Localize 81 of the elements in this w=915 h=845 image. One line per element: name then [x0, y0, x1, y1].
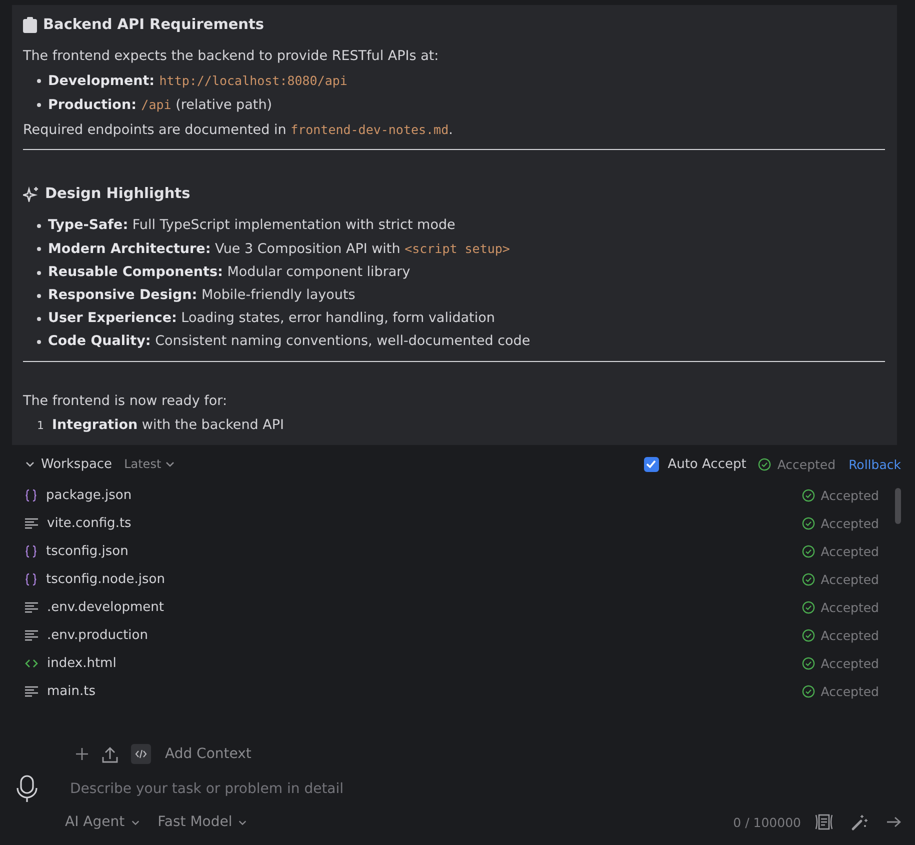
angle-brackets-icon [25, 658, 38, 668]
check-circle-icon [802, 600, 815, 614]
check-circle-icon [802, 488, 815, 502]
auto-accept-checkbox[interactable] [644, 456, 659, 472]
add-context-button[interactable]: Add Context [165, 746, 252, 762]
list-item: User Experience: Loading states, error handling, form validation [48, 309, 495, 328]
agent-dropdown[interactable]: AI Agent [65, 814, 140, 830]
clipboard-icon [23, 17, 37, 33]
check-circle-icon [802, 684, 815, 698]
bullet-icon [37, 294, 41, 298]
status-label: Accepted [820, 600, 879, 614]
paragraph: Required endpoints are documented in frontend-dev-notes.md. [23, 121, 454, 140]
version-dropdown[interactable]: Latest [124, 457, 176, 471]
code-icon[interactable] [131, 744, 151, 764]
check-circle-icon [758, 458, 772, 470]
status-label: Accepted [820, 544, 879, 558]
document-icon[interactable] [815, 814, 833, 830]
rollback-link[interactable]: Rollback [848, 456, 901, 472]
section-heading: Backend API Requirements [43, 17, 264, 33]
check-circle-icon [802, 572, 815, 586]
list-item: Production: /api (relative path) [48, 96, 272, 115]
chevron-icon [25, 459, 35, 469]
bullet-icon [37, 79, 41, 83]
bullet-icon [37, 247, 41, 251]
list-item: Code Quality: Consistent naming conventions, well-documented code [48, 332, 530, 351]
file-name[interactable]: main.ts [47, 684, 96, 698]
status-label: Accepted [820, 572, 879, 586]
check-circle-icon [802, 544, 815, 558]
status-label: Accepted [820, 656, 879, 670]
text-lines-icon [25, 686, 38, 696]
bullet-icon [37, 103, 41, 107]
bullet-icon [37, 224, 41, 228]
workspace-toggle[interactable]: Workspace [25, 456, 112, 472]
list-item: Reusable Components: Modular component library [48, 263, 410, 282]
status-label: Accepted [820, 628, 879, 642]
file-name[interactable]: tsconfig.json [46, 544, 128, 558]
chevron-icon [130, 818, 140, 826]
sparkles-icon [23, 186, 39, 202]
text-lines-icon [25, 630, 38, 640]
character-counter: 0 / 100000 [733, 814, 801, 830]
bullet-icon [37, 316, 41, 320]
file-name[interactable]: .env.development [47, 600, 164, 614]
plus-icon[interactable] [75, 747, 89, 761]
file-name[interactable]: package.json [46, 488, 132, 502]
magic-wand-icon[interactable] [851, 814, 868, 830]
scrollbar-thumb[interactable] [895, 488, 901, 524]
chevron-icon [165, 459, 176, 469]
microphone-icon[interactable] [16, 775, 38, 803]
list-item: Responsive Design: Mobile-friendly layouts [48, 286, 356, 305]
task-input[interactable]: Describe your task or problem in detail [70, 781, 901, 797]
braces-icon [25, 572, 37, 586]
send-arrow-icon[interactable] [886, 816, 901, 828]
check-circle-icon [802, 656, 815, 670]
list-item: Type-Safe: Full TypeScript implementation with strict mode [48, 216, 456, 235]
braces-icon [25, 488, 37, 502]
upload-icon[interactable] [102, 746, 118, 762]
chevron-icon [238, 818, 248, 826]
list-item: Integration with the backend API [52, 416, 284, 435]
text-lines-icon [25, 602, 38, 612]
file-name[interactable]: .env.production [47, 628, 148, 642]
status-label: Accepted [820, 684, 879, 698]
list-item: Modern Architecture: Vue 3 Composition API with <script setup> [48, 240, 510, 259]
paragraph: The frontend is now ready for: [23, 392, 228, 411]
paragraph: The frontend expects the backend to provide RESTful APIs at: [23, 47, 440, 66]
status-label: Accepted [820, 516, 879, 530]
status-label: Accepted [820, 488, 879, 502]
list-number: 1 [37, 418, 45, 434]
section-heading: Design Highlights [45, 186, 190, 202]
braces-icon [25, 544, 37, 558]
list-item: Development: http://localhost:8080/api [48, 72, 348, 91]
file-name[interactable]: vite.config.ts [47, 516, 132, 530]
auto-accept-label: Auto Accept [668, 456, 746, 472]
bullet-icon [37, 340, 41, 344]
check-circle-icon [802, 628, 815, 642]
file-name[interactable]: index.html [47, 656, 116, 670]
model-dropdown[interactable]: Fast Model [158, 814, 248, 830]
file-name[interactable]: tsconfig.node.json [46, 572, 165, 586]
check-circle-icon [802, 516, 815, 530]
text-lines-icon [25, 518, 38, 528]
status-label: Accepted [777, 456, 836, 472]
bullet-icon [37, 270, 41, 274]
